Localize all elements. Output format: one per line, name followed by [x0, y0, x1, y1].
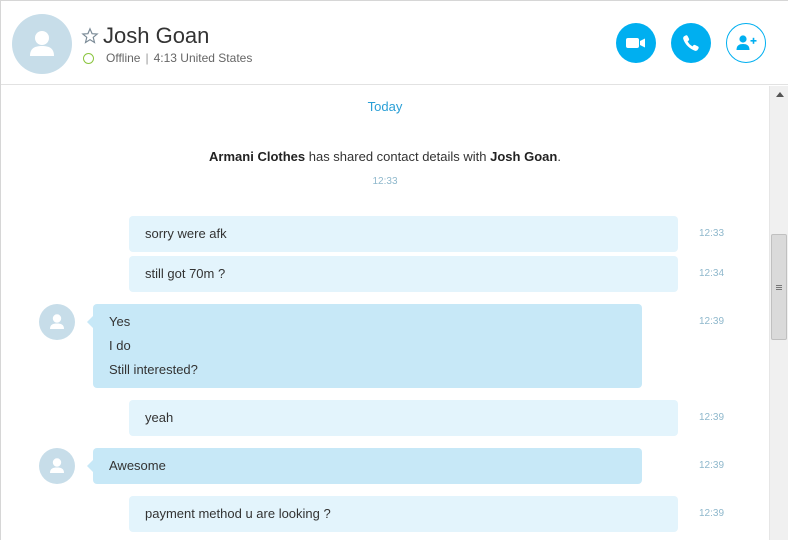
message-text: Awesome	[109, 458, 166, 473]
message-time: 12:39	[699, 460, 725, 471]
person-icon	[50, 314, 64, 329]
phone-icon	[683, 35, 699, 51]
video-camera-icon	[626, 38, 645, 48]
message-bubble-incoming[interactable]: Yes I do Still interested?	[87, 304, 642, 388]
message-text: I do	[109, 338, 131, 353]
system-message-suffix: .	[557, 149, 561, 164]
message-time: 12:33	[699, 228, 725, 239]
system-message-time: 12:33	[372, 176, 398, 187]
grip-icon	[776, 284, 782, 290]
message-text: yeah	[145, 410, 174, 425]
status-separator: |	[145, 51, 149, 65]
add-contact-icon	[736, 35, 757, 50]
contact-avatar[interactable]	[12, 14, 72, 74]
star-outline-icon[interactable]	[81, 27, 99, 45]
message-text: Still interested?	[109, 362, 198, 377]
local-time: 4:13 United States	[153, 51, 253, 65]
chat-window: Josh Goan Offline | 4:13 United States T…	[0, 0, 788, 540]
video-call-button[interactable]	[616, 23, 656, 63]
conversation-header: Josh Goan Offline | 4:13 United States	[1, 1, 788, 85]
person-icon	[50, 458, 64, 473]
message-text: sorry were afk	[145, 226, 227, 241]
message-bubble-outgoing[interactable]: still got 70m ?	[129, 256, 678, 292]
system-message-target[interactable]: Josh Goan	[490, 149, 557, 164]
status-text: Offline	[106, 51, 141, 65]
message-time: 12:34	[699, 268, 725, 279]
person-icon	[30, 31, 54, 56]
conversation-history[interactable]: Today Armani Clothes has shared contact …	[1, 86, 769, 540]
message-time: 12:39	[699, 316, 725, 327]
message-text: payment method u are looking ?	[145, 506, 331, 521]
contact-name: Josh Goan	[103, 23, 210, 48]
vertical-scrollbar[interactable]	[769, 86, 788, 540]
system-message: Armani Clothes has shared contact detail…	[1, 149, 769, 164]
scrollbar-thumb[interactable]	[771, 234, 787, 340]
message-bubble-incoming[interactable]: Awesome	[87, 448, 642, 484]
contact-status-row: Offline | 4:13 United States	[83, 51, 252, 65]
contact-name-row: Josh Goan	[81, 22, 209, 50]
message-bubble-outgoing[interactable]: yeah	[129, 400, 678, 436]
system-message-sender[interactable]: Armani Clothes	[209, 149, 305, 164]
audio-call-button[interactable]	[671, 23, 711, 63]
scroll-up-arrow-icon[interactable]	[770, 86, 788, 103]
system-message-text: has shared contact details with	[305, 149, 491, 164]
message-text: Yes	[109, 314, 131, 329]
add-people-button[interactable]	[726, 23, 766, 63]
message-bubble-outgoing[interactable]: sorry were afk	[129, 216, 678, 252]
message-time: 12:39	[699, 508, 725, 519]
message-time: 12:39	[699, 412, 725, 423]
message-bubble-outgoing[interactable]: payment method u are looking ?	[129, 496, 678, 532]
day-divider: Today	[367, 99, 403, 114]
sender-avatar[interactable]	[39, 448, 75, 484]
message-text: still got 70m ?	[145, 266, 226, 281]
offline-status-icon	[83, 52, 94, 64]
sender-avatar[interactable]	[39, 304, 75, 340]
